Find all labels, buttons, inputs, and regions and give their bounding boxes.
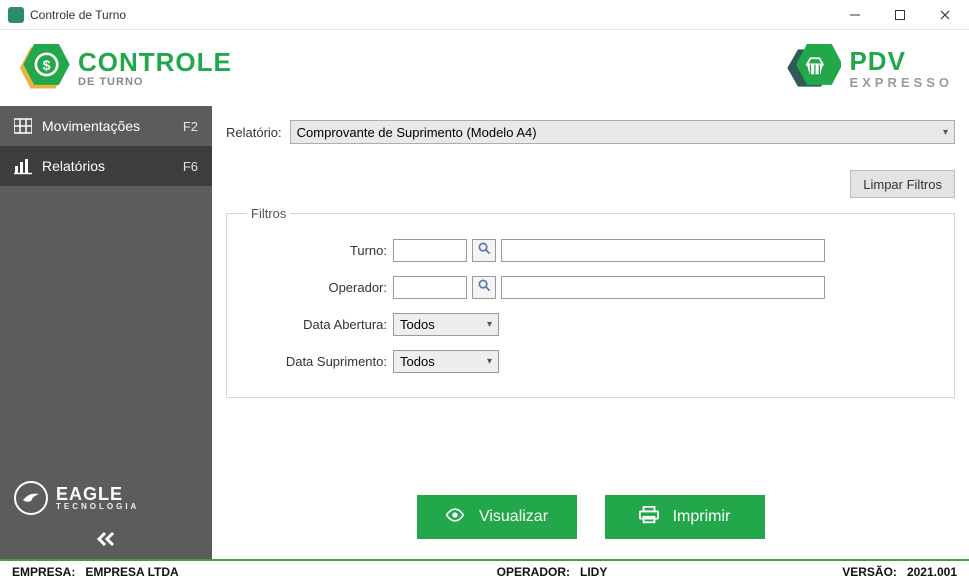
status-operador-value: LIDY — [580, 565, 607, 579]
app-header: $ CONTROLE DE TURNO PDV EXPRESSO — [0, 30, 969, 106]
brand-right-title: PDV — [849, 48, 953, 74]
chart-icon — [14, 157, 32, 175]
sidebar-item-hotkey: F2 — [183, 119, 198, 134]
chevron-down-icon: ▾ — [487, 319, 492, 330]
logo-pdv-expresso: PDV EXPRESSO — [787, 44, 953, 92]
brand-right-subtitle: EXPRESSO — [849, 76, 953, 89]
content-area: Relatório: Comprovante de Suprimento (Mo… — [212, 106, 969, 559]
operador-label: Operador: — [247, 280, 387, 295]
filters-fieldset: Filtros Turno: Operador: — [226, 206, 955, 398]
brand-left-subtitle: DE TURNO — [78, 77, 232, 88]
status-versao-label: VERSÃO: — [842, 565, 897, 579]
data-abertura-value: Todos — [400, 317, 435, 332]
printer-icon — [639, 506, 659, 529]
turno-code-input[interactable] — [393, 239, 467, 262]
status-versao-value: 2021.001 — [907, 565, 957, 579]
basket-hex-icon — [787, 44, 841, 92]
minimize-button[interactable] — [832, 0, 877, 30]
status-empresa-label: EMPRESA: — [12, 565, 75, 579]
window-titlebar: Controle de Turno — [0, 0, 969, 30]
chevron-down-icon: ▾ — [487, 356, 492, 367]
data-suprimento-select[interactable]: Todos ▾ — [393, 350, 499, 373]
sidebar-item-label: Movimentações — [42, 118, 183, 134]
status-bar: EMPRESA: EMPRESA LTDA OPERADOR: LIDY VER… — [0, 559, 969, 583]
sidebar-item-relatorios[interactable]: Relatórios F6 — [0, 146, 212, 186]
grid-icon — [14, 117, 32, 135]
search-icon — [478, 242, 491, 260]
sidebar-item-movimentacoes[interactable]: Movimentações F2 — [0, 106, 212, 146]
close-button[interactable] — [922, 0, 967, 30]
eye-icon — [445, 506, 465, 529]
eagle-logo: EAGLE TECNOLOGIA — [0, 471, 212, 523]
turno-desc-input[interactable] — [501, 239, 825, 262]
sidebar-item-hotkey: F6 — [183, 159, 198, 174]
data-abertura-select[interactable]: Todos ▾ — [393, 313, 499, 336]
filters-legend: Filtros — [247, 206, 290, 221]
eagle-title: EAGLE — [56, 485, 139, 503]
report-select-value: Comprovante de Suprimento (Modelo A4) — [297, 125, 943, 140]
sidebar-collapse-button[interactable] — [0, 523, 212, 559]
brand-left-title: CONTROLE — [78, 49, 232, 75]
sidebar: Movimentações F2 Relatórios F6 EAGLE TEC… — [0, 106, 212, 559]
clear-filters-button[interactable]: Limpar Filtros — [850, 170, 955, 198]
report-select[interactable]: Comprovante de Suprimento (Modelo A4) ▾ — [290, 120, 955, 144]
eagle-icon — [14, 481, 48, 515]
operador-lookup-button[interactable] — [472, 276, 496, 299]
eagle-subtitle: TECNOLOGIA — [56, 503, 139, 511]
visualizar-button[interactable]: Visualizar — [417, 495, 577, 539]
turno-lookup-button[interactable] — [472, 239, 496, 262]
window-title: Controle de Turno — [30, 8, 832, 22]
svg-text:$: $ — [43, 58, 51, 74]
visualizar-label: Visualizar — [479, 508, 548, 526]
sidebar-item-label: Relatórios — [42, 158, 183, 174]
dollar-hex-icon: $ — [16, 44, 70, 92]
search-icon — [478, 279, 491, 297]
status-operador-label: OPERADOR: — [497, 565, 570, 579]
turno-label: Turno: — [247, 243, 387, 258]
chevron-down-icon: ▾ — [943, 127, 948, 138]
chevron-double-left-icon — [96, 531, 116, 552]
logo-controle-turno: $ CONTROLE DE TURNO — [16, 44, 232, 92]
imprimir-button[interactable]: Imprimir — [605, 495, 765, 539]
status-empresa-value: EMPRESA LTDA — [85, 565, 178, 579]
report-label: Relatório: — [226, 125, 282, 140]
app-icon — [8, 7, 24, 23]
data-abertura-label: Data Abertura: — [247, 317, 387, 332]
data-suprimento-label: Data Suprimento: — [247, 354, 387, 369]
maximize-button[interactable] — [877, 0, 922, 30]
operador-code-input[interactable] — [393, 276, 467, 299]
operador-desc-input[interactable] — [501, 276, 825, 299]
data-suprimento-value: Todos — [400, 354, 435, 369]
imprimir-label: Imprimir — [673, 508, 731, 526]
